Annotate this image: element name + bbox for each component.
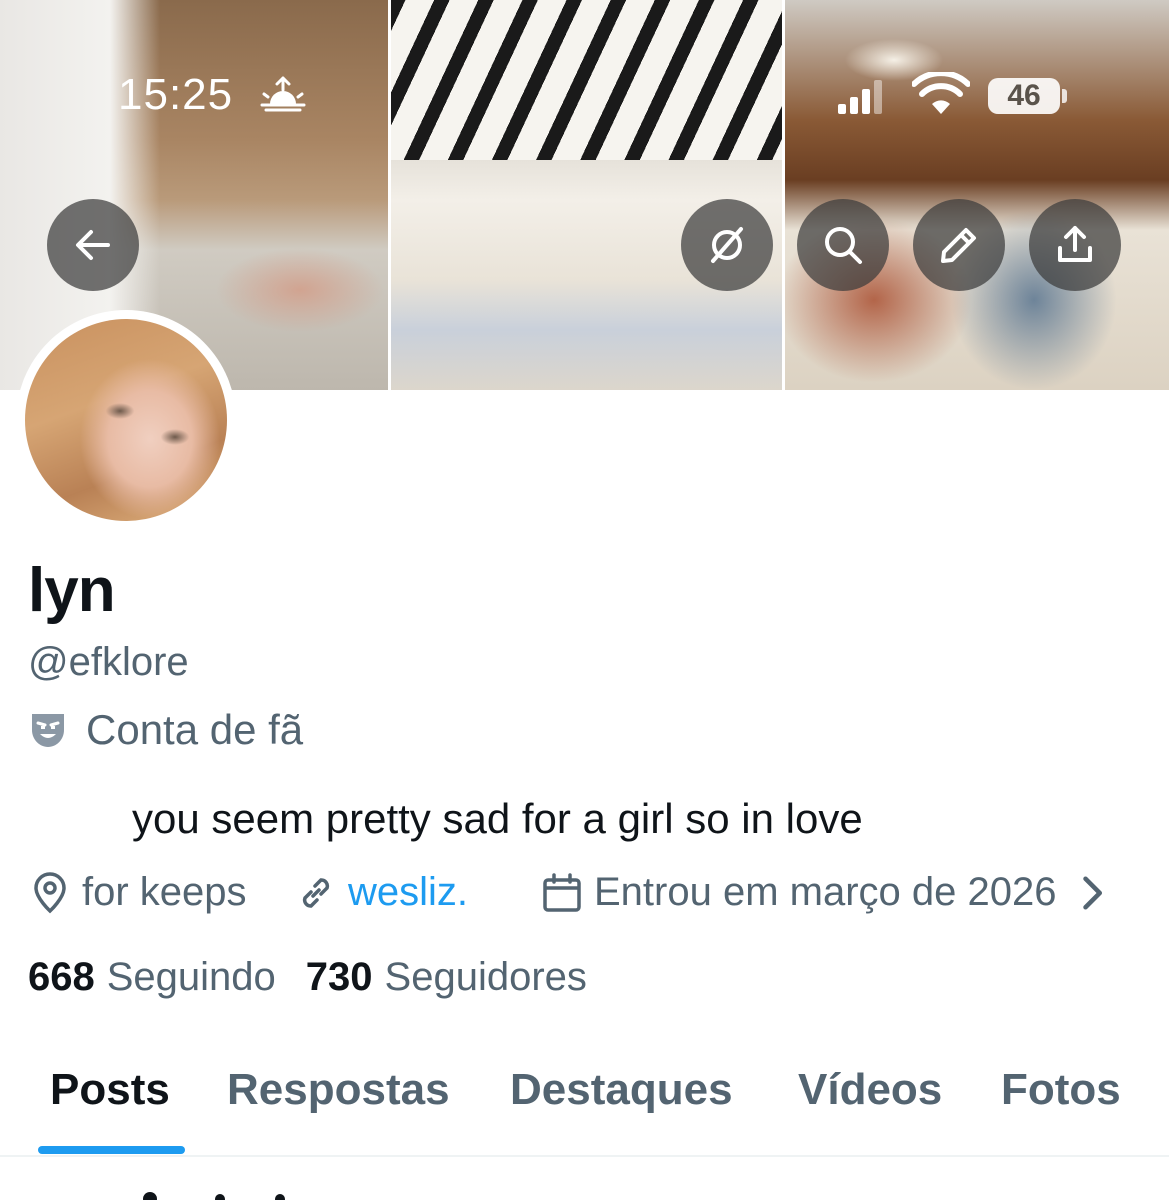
display-name: lyn [28, 556, 116, 625]
share-button[interactable] [1029, 199, 1121, 291]
link-icon [302, 877, 330, 908]
following-count[interactable]: 668 [28, 955, 95, 1000]
profile-website[interactable]: wesliz. [294, 870, 468, 915]
follow-stats: 668 Seguindo 730 Seguidores [28, 955, 617, 1000]
avatar[interactable] [16, 310, 236, 530]
banner-photo-easel [0, 0, 388, 390]
calendar-icon [543, 872, 581, 912]
category-label: Conta de fã [86, 706, 304, 753]
search-button[interactable] [797, 199, 889, 291]
tab-videos[interactable]: Vídeos [798, 1065, 942, 1115]
back-arrow-icon [76, 230, 110, 260]
tabs-divider [0, 1155, 1169, 1157]
edit-profile-button[interactable] [913, 199, 1005, 291]
following-label[interactable]: Seguindo [107, 955, 276, 1000]
cellular-signal-icon [838, 80, 882, 114]
followers-count[interactable]: 730 [306, 955, 373, 1000]
battery-indicator: 46 [988, 78, 1060, 114]
status-time: 15:25 [118, 70, 234, 119]
profile-joined-date[interactable]: Entrou em março de 2026 [540, 870, 1124, 915]
joined-text: Entrou em março de 2026 [594, 870, 1057, 914]
back-button[interactable] [47, 199, 139, 291]
grok-button[interactable] [681, 199, 773, 291]
profile-location: for keeps [28, 870, 247, 915]
active-tab-indicator [38, 1146, 185, 1154]
location-text: for keeps [82, 870, 247, 914]
professional-category: Conta de fã [28, 706, 303, 754]
tab-posts[interactable]: Posts [50, 1065, 170, 1115]
search-icon [825, 227, 862, 264]
avatar-photo [25, 319, 227, 521]
share-icon [1058, 226, 1092, 262]
wifi-icon [912, 72, 970, 114]
sunrise-icon [260, 76, 306, 112]
banner-divider [782, 0, 785, 390]
tab-respostas[interactable]: Respostas [227, 1065, 450, 1115]
location-pin-icon [34, 871, 66, 913]
profile-handle: @efklore [28, 640, 189, 684]
battery-tip [1062, 89, 1067, 103]
website-link[interactable]: wesliz. [348, 870, 468, 915]
edit-pencil-icon [941, 228, 976, 263]
next-content-peek [143, 1192, 285, 1200]
chevron-right-icon [1083, 876, 1103, 909]
banner-photo-table [784, 0, 1169, 390]
tab-destaques[interactable]: Destaques [510, 1065, 733, 1115]
tab-fotos[interactable]: Fotos [1001, 1065, 1121, 1115]
theater-mask-icon [32, 714, 64, 747]
profile-bio: you seem pretty sad for a girl so in lov… [132, 795, 863, 842]
followers-label[interactable]: Seguidores [385, 955, 587, 1000]
banner-divider [388, 0, 391, 390]
grok-icon [711, 227, 743, 263]
banner-photo-piano [390, 0, 782, 390]
